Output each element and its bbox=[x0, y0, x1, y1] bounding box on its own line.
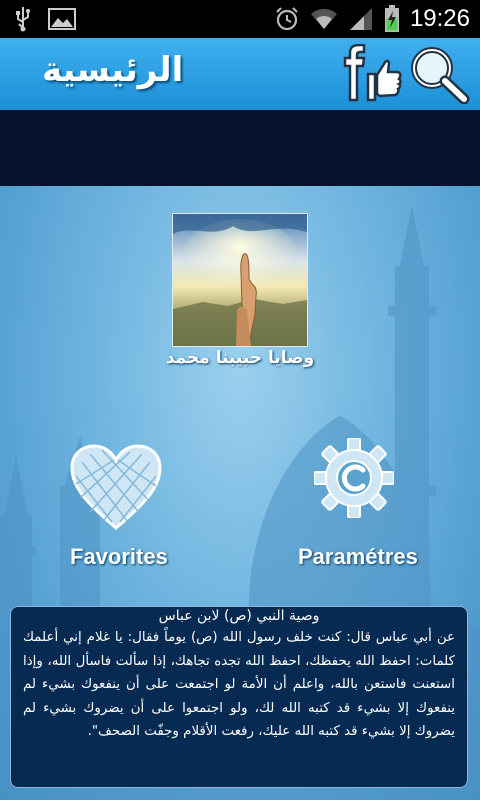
facebook-like-icon bbox=[343, 43, 402, 102]
alarm-icon bbox=[274, 6, 300, 32]
clock: 19:26 bbox=[409, 5, 470, 32]
action-bar: الرئيسية bbox=[0, 38, 480, 110]
hadith-title: وصية النبي (ص) لابن عباس bbox=[158, 608, 320, 624]
heart-icon bbox=[70, 444, 162, 530]
parameters-label[interactable]: Paramétres bbox=[298, 544, 418, 570]
usb-icon bbox=[12, 6, 34, 32]
gear-icon bbox=[313, 437, 395, 519]
featured-tile-label[interactable]: وصايا حبيبنا محمد bbox=[140, 348, 340, 368]
hadith-card: وصية النبي (ص) لابن عباس عن أبي عباس قال… bbox=[10, 606, 468, 788]
facebook-like-button[interactable] bbox=[342, 43, 402, 104]
favorites-label[interactable]: Favorites bbox=[70, 544, 168, 570]
settings-button[interactable] bbox=[313, 437, 395, 519]
status-bar: 19:26 bbox=[0, 0, 480, 38]
signal-icon bbox=[348, 7, 374, 31]
image-icon bbox=[48, 8, 76, 30]
featured-tile[interactable] bbox=[172, 213, 308, 347]
hadith-body: عن أبي عباس قال: كنت خلف رسول الله (ص) ي… bbox=[23, 630, 455, 739]
page-title: الرئيسية bbox=[42, 50, 184, 90]
header-band bbox=[0, 110, 480, 186]
search-icon bbox=[411, 47, 470, 105]
search-button[interactable] bbox=[408, 44, 470, 105]
favorites-button[interactable] bbox=[68, 442, 164, 534]
finger-pointing-up-image bbox=[173, 214, 307, 346]
battery-charging-icon bbox=[384, 5, 400, 33]
wifi-icon bbox=[310, 7, 338, 31]
